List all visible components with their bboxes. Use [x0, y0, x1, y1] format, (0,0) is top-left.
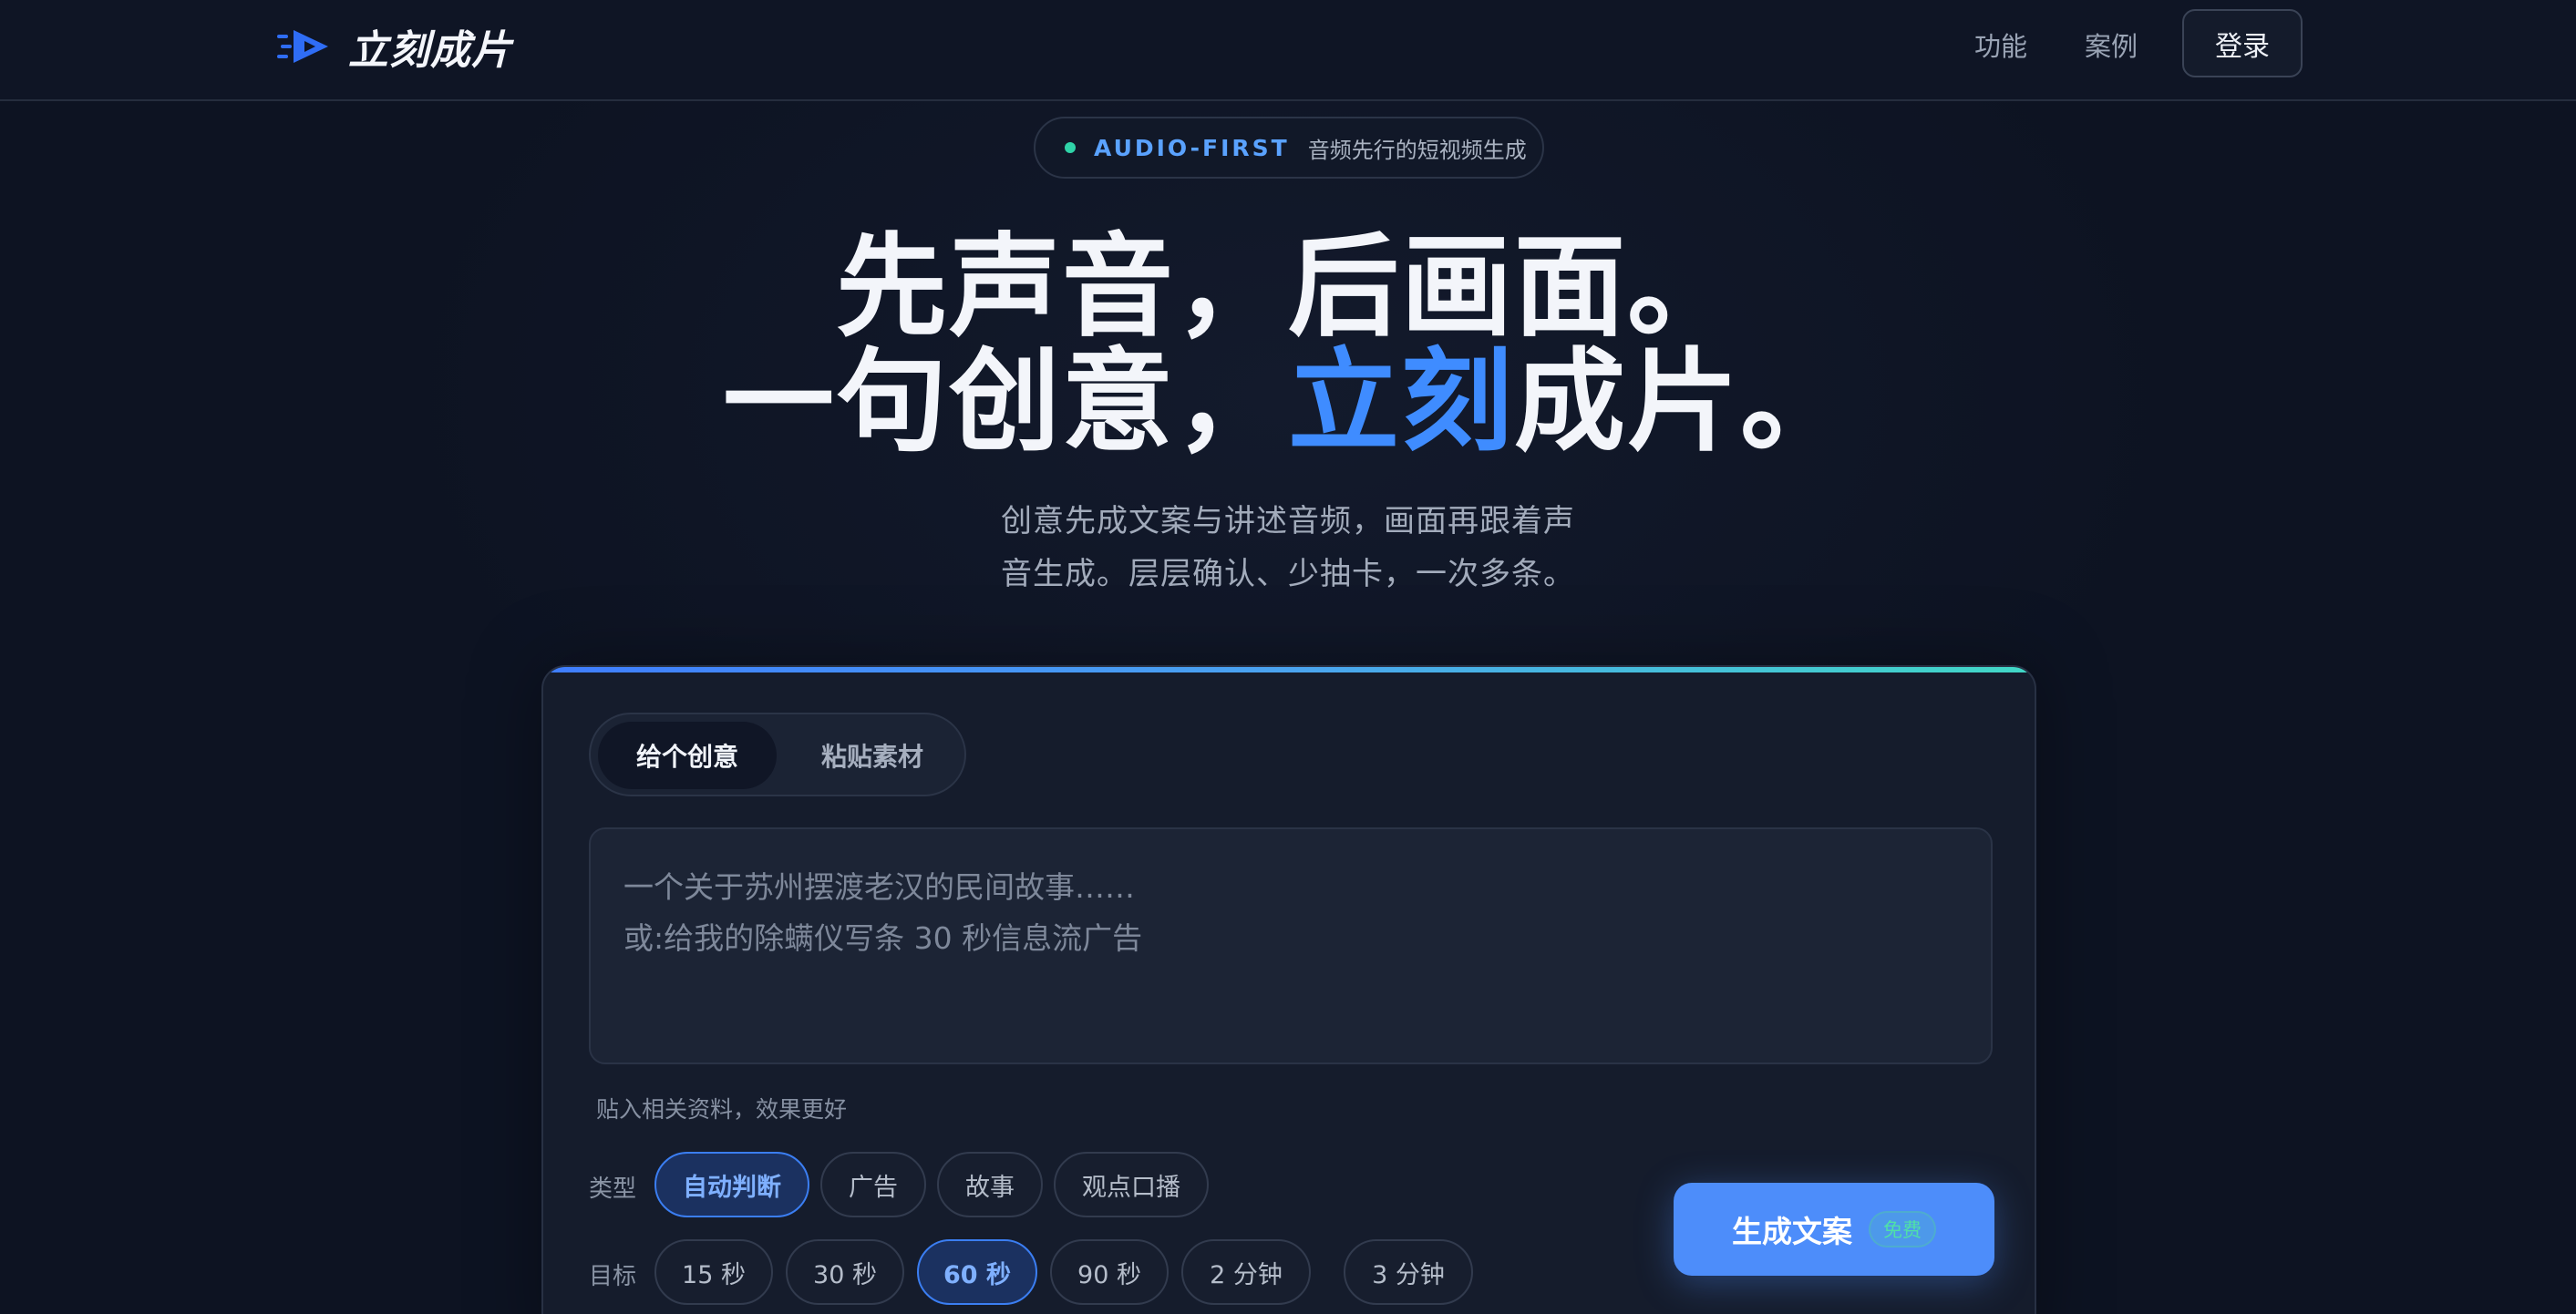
- duration-chip-90s[interactable]: 90 秒: [1050, 1239, 1169, 1305]
- nav-link-cases[interactable]: 案例: [2085, 26, 2138, 64]
- hero-subtitle-line-1: 创意先成文案与讲述音频，画面再跟着声: [1001, 503, 1575, 539]
- type-chip-opinion[interactable]: 观点口播: [1054, 1152, 1209, 1217]
- generate-button-label: 生成文案: [1732, 1214, 1852, 1249]
- type-chip-ad[interactable]: 广告: [820, 1152, 926, 1217]
- idea-input[interactable]: 一个关于苏州摆渡老汉的民间故事…… 或:给我的除螨仪写条 30 秒信息流广告: [589, 827, 1993, 1064]
- duration-chip-30s[interactable]: 30 秒: [786, 1239, 904, 1305]
- brand-name: 立刻成片: [348, 27, 512, 74]
- duration-chip-60s[interactable]: 60 秒: [917, 1239, 1037, 1305]
- hero-subtitle-line-2: 音生成。层层确认、少抽卡，一次多条。: [1001, 556, 1575, 592]
- badge-text: 音频先行的短视频生成: [1307, 137, 1527, 163]
- duration-chip-3min[interactable]: 3 分钟: [1344, 1239, 1473, 1305]
- target-label: 目标: [589, 1263, 637, 1290]
- duration-chip-15s[interactable]: 15 秒: [654, 1239, 773, 1305]
- brand-logo[interactable]: 立刻成片: [277, 20, 512, 74]
- badge-tag: AUDIO-FIRST: [1094, 134, 1290, 161]
- input-mode-tabs: 给个创意 粘贴素材: [589, 713, 966, 796]
- generate-copy-button[interactable]: 生成文案 免费: [1674, 1183, 1994, 1276]
- hero-title-line-1: 先声音，后画面。: [836, 222, 1740, 352]
- login-button[interactable]: 登录: [2182, 9, 2303, 77]
- tab-idea[interactable]: 给个创意: [598, 722, 777, 789]
- placeholder-line-1: 一个关于苏州摆渡老汉的民间故事……: [623, 869, 1135, 905]
- hero-title-prefix: 一句创意，: [723, 337, 1288, 467]
- type-label: 类型: [589, 1175, 637, 1203]
- status-dot-icon: [1065, 142, 1076, 153]
- nav-link-features[interactable]: 功能: [1974, 26, 2027, 64]
- type-chip-story[interactable]: 故事: [937, 1152, 1043, 1217]
- hero-title-accent: 立刻: [1288, 337, 1514, 467]
- tab-paste-material[interactable]: 粘贴素材: [788, 722, 957, 789]
- type-chip-auto[interactable]: 自动判断: [654, 1152, 809, 1217]
- composer-card: 给个创意 粘贴素材 一个关于苏州摆渡老汉的民间故事…… 或:给我的除螨仪写条 3…: [541, 665, 2036, 1314]
- placeholder-line-2: 或:给我的除螨仪写条 30 秒信息流广告: [623, 920, 1143, 956]
- card-accent-bar: [543, 667, 2035, 672]
- hero-title-suffix: 成片。: [1514, 337, 1853, 467]
- play-arrow-speed-icon: [277, 26, 332, 67]
- hero-title-line-2: 一句创意，立刻成片。: [0, 346, 2576, 457]
- free-badge: 免费: [1869, 1211, 1936, 1247]
- audio-first-badge: AUDIO-FIRST 音频先行的短视频生成: [1034, 117, 1544, 179]
- top-nav: 立刻成片 功能 案例 登录: [0, 0, 2576, 101]
- duration-chip-2min[interactable]: 2 分钟: [1181, 1239, 1311, 1305]
- input-hint: 贴入相关资料，效果更好: [596, 1096, 848, 1123]
